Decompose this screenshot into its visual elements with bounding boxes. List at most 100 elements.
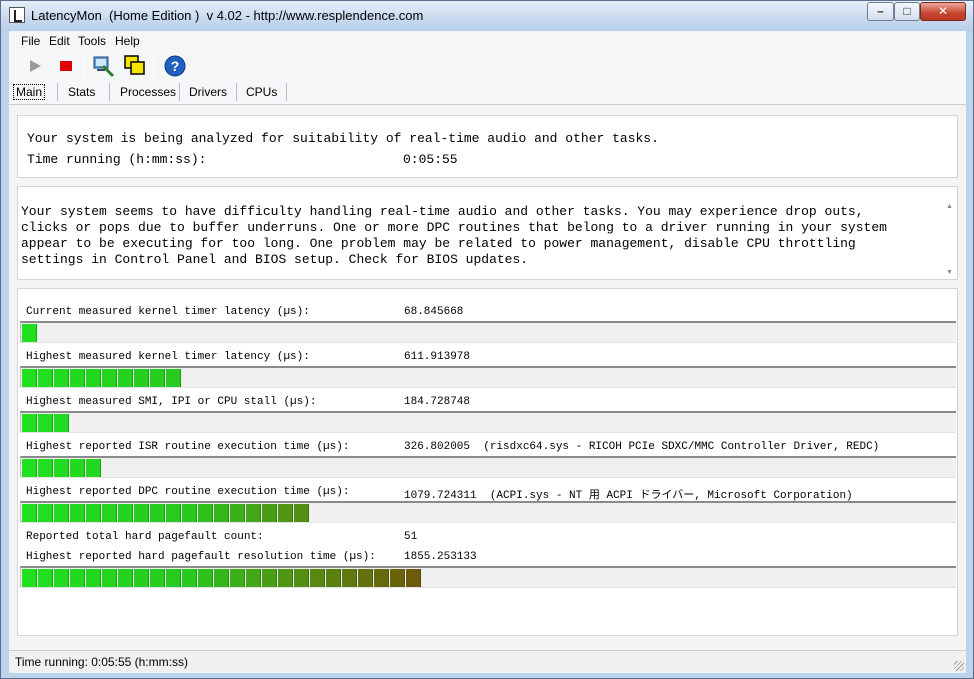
latency-bar-segment: [86, 504, 101, 522]
latency-bar-segment: [166, 569, 181, 587]
latency-bar-segment: [22, 369, 37, 387]
latency-bar-segment: [374, 569, 389, 587]
latency-bar-segment: [22, 414, 37, 432]
latency-bar-segment: [54, 569, 69, 587]
status-bar: Time running: 0:05:55 (h:mm:ss): [9, 650, 966, 673]
latency-bar-segment: [390, 569, 405, 587]
menu-bar: File Edit Tools Help: [9, 31, 966, 51]
latency-bar-fill: [22, 414, 70, 432]
help-button[interactable]: ?: [163, 54, 187, 78]
latency-bar-segment: [182, 569, 197, 587]
latency-bar: [20, 501, 956, 523]
metric-label: Highest reported hard pagefault resoluti…: [26, 551, 376, 563]
metric-label: Highest measured kernel timer latency (µ…: [26, 351, 310, 363]
tab-separator: [179, 83, 180, 101]
tab-processes[interactable]: Processes: [120, 85, 176, 99]
close-icon: ✕: [937, 4, 949, 18]
latency-bar-segment: [214, 504, 229, 522]
menu-tools[interactable]: Tools: [78, 34, 106, 48]
tab-cpus[interactable]: CPUs: [246, 85, 277, 99]
app-window: LatencyMon (Home Edition ) v 4.02 - http…: [0, 0, 974, 679]
latency-bar-segment: [86, 459, 101, 477]
toolbar-separator: [83, 55, 84, 77]
latency-bar-segment: [22, 569, 37, 587]
latency-bar: [20, 366, 956, 388]
latency-bar-fill: [22, 369, 182, 387]
main-content: Your system is being analyzed for suitab…: [9, 105, 966, 650]
maximize-icon: □: [903, 4, 911, 18]
maximize-button[interactable]: □: [894, 2, 920, 21]
latency-bar-segment: [22, 504, 37, 522]
analysis-status-text: Your system is being analyzed for suitab…: [27, 131, 659, 146]
latency-bar-segment: [54, 459, 69, 477]
computer-button[interactable]: [91, 54, 115, 78]
latency-bar-segment: [54, 414, 69, 432]
latency-bar-segment: [38, 369, 53, 387]
latency-bar-fill: [22, 324, 38, 342]
client-area: File Edit Tools Help ? Main Stats Proces…: [9, 31, 966, 673]
close-button[interactable]: ✕: [920, 2, 966, 21]
latency-bar-segment: [358, 569, 373, 587]
svg-text:?: ?: [171, 58, 180, 74]
latency-bar-segment: [134, 504, 149, 522]
menu-help[interactable]: Help: [115, 34, 140, 48]
latency-bar-segment: [278, 504, 293, 522]
latency-bar-fill: [22, 569, 422, 587]
latency-bar-segment: [38, 569, 53, 587]
window-title: LatencyMon (Home Edition ) v 4.02 - http…: [31, 8, 424, 23]
computer-icon: [93, 56, 115, 78]
analysis-status-panel: Your system is being analyzed for suitab…: [17, 115, 958, 178]
verdict-message: Your system seems to have difficulty han…: [21, 204, 887, 267]
metric-value: 51: [404, 531, 418, 543]
toolbar-separator: [153, 55, 154, 77]
time-running-value: 0:05:55: [403, 152, 458, 167]
metric-value: 1079.724311 (ACPI.sys - NT 用 ACPI ドライバー,…: [404, 486, 853, 502]
latency-bar-segment: [22, 459, 37, 477]
latency-bar-segment: [246, 569, 261, 587]
stop-button[interactable]: [54, 54, 78, 78]
windows-icon: [124, 55, 145, 75]
latency-bar-segment: [150, 569, 165, 587]
verdict-scrollbar[interactable]: ▲ ▼: [945, 201, 956, 281]
latency-bar-segment: [102, 569, 117, 587]
tab-drivers[interactable]: Drivers: [189, 85, 227, 99]
latency-bar-segment: [102, 369, 117, 387]
tab-stats[interactable]: Stats: [68, 85, 95, 99]
toolbar: ?: [9, 51, 966, 79]
latency-bar-segment: [166, 504, 181, 522]
tab-separator: [109, 83, 110, 101]
stop-icon: [60, 61, 72, 71]
latency-bar-segment: [70, 459, 85, 477]
title-bar[interactable]: LatencyMon (Home Edition ) v 4.02 - http…: [1, 1, 973, 31]
metric-value-number: 326.802005: [404, 441, 471, 453]
latency-bar-segment: [310, 569, 325, 587]
start-button[interactable]: [23, 54, 47, 78]
latency-bar-segment: [70, 369, 85, 387]
latency-bar-fill: [22, 504, 310, 522]
latency-bar-segment: [70, 504, 85, 522]
resize-grip[interactable]: [954, 661, 964, 671]
metric-driver-info: (risdxc64.sys - RICOH PCIe SDXC/MMC Cont…: [483, 441, 880, 453]
latency-bar-segment: [294, 504, 309, 522]
latency-bar-segment: [134, 569, 149, 587]
status-bar-text: Time running: 0:05:55 (h:mm:ss): [15, 655, 188, 669]
menu-file[interactable]: File: [21, 34, 40, 48]
minimize-button[interactable]: –: [867, 2, 894, 21]
scroll-up-icon[interactable]: ▲: [946, 203, 953, 210]
tab-main[interactable]: Main: [13, 84, 46, 100]
latency-bar-segment: [134, 369, 149, 387]
latency-bar-segment: [326, 569, 341, 587]
windows-button[interactable]: [123, 54, 147, 78]
latency-bar-segment: [230, 504, 245, 522]
tab-separator: [57, 83, 58, 101]
latency-bar: [20, 411, 956, 433]
latency-bar-segment: [118, 504, 133, 522]
latency-bar-fill: [22, 459, 102, 477]
metric-label: Highest reported ISR routine execution t…: [26, 441, 350, 453]
scroll-down-icon[interactable]: ▼: [946, 269, 953, 276]
latency-bar-segment: [38, 414, 53, 432]
menu-edit[interactable]: Edit: [49, 34, 70, 48]
latency-bar-segment: [198, 569, 213, 587]
latency-bar-segment: [86, 569, 101, 587]
latency-bar: [20, 566, 956, 588]
